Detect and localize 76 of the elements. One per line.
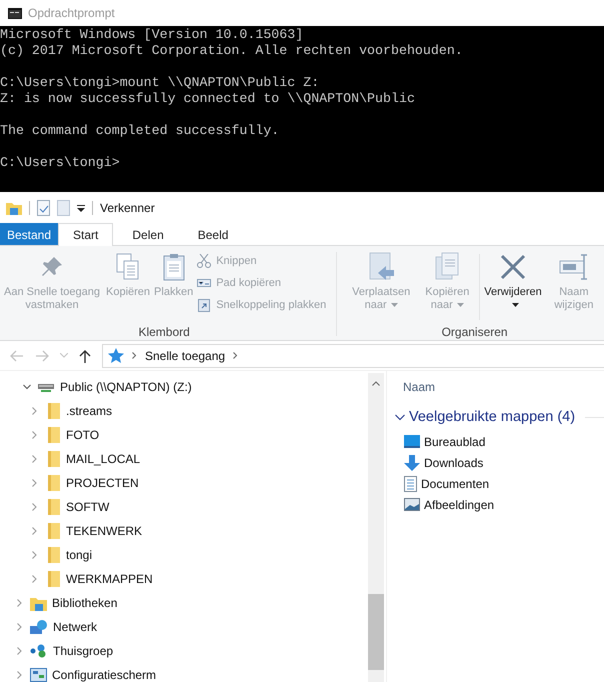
chevron-icon[interactable]: [23, 383, 31, 391]
tree-item[interactable]: TEKENWERK: [66, 524, 142, 538]
scissors-icon: [197, 254, 212, 268]
tree-item[interactable]: Netwerk: [53, 620, 98, 634]
star-icon: [108, 348, 124, 363]
window-title: Verkenner: [100, 201, 155, 215]
up-icon[interactable]: [79, 348, 91, 362]
console-icon: [8, 8, 22, 18]
tree-item[interactable]: Configuratiescherm: [52, 668, 156, 682]
console-line: C:\Users\tongi>mount \\QNAPTON\Public Z:: [0, 75, 320, 91]
control-panel-icon: [30, 668, 47, 682]
folder-icon: [47, 451, 61, 467]
shortcut-icon: [197, 298, 212, 312]
folder-icon: [47, 571, 61, 587]
chevron-icon: [132, 352, 137, 359]
tree-item[interactable]: MAIL_LOCAL: [66, 452, 140, 466]
tree-item[interactable]: PROJECTEN: [66, 476, 139, 490]
dropdown-icon[interactable]: [77, 204, 85, 212]
homegroup-icon: [30, 644, 48, 658]
copy-icon: [116, 252, 140, 282]
clipboard-icon: [162, 252, 185, 282]
delete-icon: [500, 252, 526, 282]
tree-item[interactable]: SOFTW: [66, 500, 110, 514]
folder-item[interactable]: Downloads: [424, 456, 484, 470]
properties-icon[interactable]: [37, 200, 50, 216]
file-menu-tab[interactable]: Bestand: [0, 223, 58, 245]
breadcrumb[interactable]: Snelle toegang: [145, 348, 226, 362]
back-icon[interactable]: [10, 350, 24, 362]
console-line: Z: is now successfully connected to \\QNAPTON\Public: [0, 91, 416, 107]
network-icon: [30, 620, 48, 634]
download-icon: [404, 454, 420, 470]
folder-icon: [47, 403, 61, 419]
tree-item[interactable]: tongi: [66, 548, 92, 562]
console-line: C:\Users\tongi>: [0, 155, 121, 171]
folder-item[interactable]: Afbeeldingen: [424, 498, 494, 512]
folder-item[interactable]: Documenten: [421, 476, 490, 490]
forward-icon[interactable]: [35, 350, 49, 362]
folder-icon: [47, 499, 61, 515]
chevron-icon[interactable]: [395, 414, 405, 420]
picture-icon: [404, 498, 420, 511]
group-header[interactable]: Veelgebruikte mappen (4): [409, 409, 576, 425]
console-line: (c) 2017 Microsoft Corporation. Alle rechten voorbehouden.: [0, 43, 464, 59]
tree-item[interactable]: .streams: [66, 404, 112, 418]
tree-item[interactable]: Public (\\QNAPTON) (Z:): [60, 380, 192, 394]
group-label: Klembord: [138, 325, 190, 339]
tree-item[interactable]: Thuisgroep: [53, 644, 114, 658]
console-line: The command completed successfully.: [0, 123, 280, 139]
tree-item[interactable]: Bibliotheken: [52, 596, 118, 610]
folder-icon[interactable]: [6, 201, 22, 215]
folder-item[interactable]: Bureaublad: [424, 434, 486, 448]
drive-icon: [38, 381, 54, 393]
tree-item[interactable]: FOTO: [66, 428, 100, 442]
ribbon-button[interactable]: Verwijderen: [482, 250, 544, 314]
library-icon: [30, 596, 47, 610]
scroll-up-icon[interactable]: [372, 381, 380, 386]
window-title: Opdrachtprompt: [28, 6, 115, 20]
folder-icon: [47, 523, 61, 539]
scrollbar[interactable]: [368, 373, 384, 682]
move-icon: [368, 252, 394, 282]
path-icon: [197, 278, 212, 288]
folder-icon: [47, 547, 61, 563]
folder-icon: [47, 475, 61, 491]
chevron-icon: [233, 352, 238, 359]
tree-item[interactable]: WERKMAPPEN: [66, 572, 153, 586]
folder-icon: [47, 427, 61, 443]
rename-icon: [558, 252, 589, 282]
desktop-icon: [404, 435, 420, 448]
copy-to-icon: [435, 252, 460, 282]
scrollbar-thumb[interactable]: [368, 594, 384, 670]
address-bar[interactable]: Snelle toegang: [102, 344, 604, 368]
ribbon-tab[interactable]: Start: [58, 223, 114, 246]
group-label: Organiseren: [442, 325, 508, 339]
document-icon: [404, 476, 417, 492]
console-line: Microsoft Windows [Version 10.0.15063]: [0, 27, 304, 43]
column-header[interactable]: Naam: [403, 380, 604, 394]
new-folder-icon[interactable]: [57, 200, 70, 216]
